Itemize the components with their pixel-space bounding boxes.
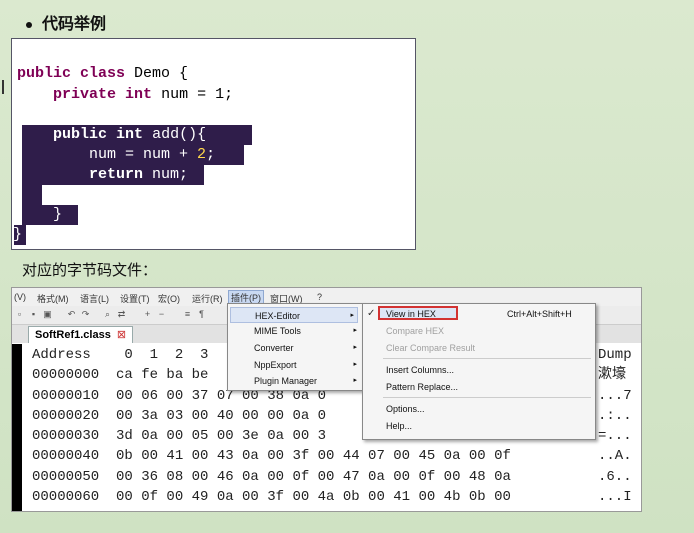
code-text: Demo { (125, 65, 189, 82)
menu-item-mime-tools[interactable]: MIME Tools ▸ (254, 323, 360, 339)
keyword: private (53, 86, 117, 103)
menu-separator (383, 358, 591, 359)
undo-icon[interactable]: ↶ (66, 309, 77, 320)
keyword: class (80, 65, 126, 82)
wrap-icon[interactable]: ¶ (196, 309, 207, 320)
dump-cell: .:.. (598, 407, 632, 424)
bullet-heading: 代码举例 (26, 10, 106, 34)
menu-item-label: NppExport (254, 360, 297, 370)
hex-row: 00000050 00 36 08 00 46 0a 00 0f 00 47 0… (32, 468, 511, 485)
text-cursor (2, 80, 4, 94)
dump-cell: ...7 (598, 387, 632, 404)
menu-item-help[interactable]: Help... (386, 419, 412, 433)
menu-item-plugin-manager[interactable]: Plugin Manager ▸ (254, 373, 360, 389)
menu-item-insert-columns[interactable]: Insert Columns... (386, 363, 454, 377)
code-text: num; (143, 166, 189, 183)
zoom-in-icon[interactable]: + (142, 309, 153, 320)
close-icon[interactable]: ⊠ (117, 329, 126, 341)
menu-view[interactable]: (V) (14, 292, 26, 302)
menu-item-converter[interactable]: Converter ▸ (254, 340, 360, 356)
dump-cell: ...I (598, 489, 632, 506)
code-text: add(){ (143, 126, 207, 143)
menu-language[interactable]: 语言(L) (80, 292, 109, 305)
plugins-menu: HEX-Editor ▸ MIME Tools ▸ Converter ▸ NppEx… (227, 303, 363, 391)
selection-highlight (22, 185, 42, 205)
bullet-text: 代码举例 (42, 16, 107, 33)
sync-icon[interactable]: ≡ (182, 309, 193, 320)
menu-run[interactable]: 运行(R) (192, 292, 223, 305)
tab-softref1-class[interactable]: SoftRef1.class ⊠ (28, 326, 134, 343)
code-line: num = num + 2; (17, 145, 215, 165)
line-margin (12, 344, 22, 511)
number-literal: 1 (215, 86, 225, 103)
hex-editor-submenu: ✓ View in HEX Ctrl+Alt+Shift+H Compare H… (362, 303, 596, 440)
open-file-icon[interactable]: ▪ (28, 309, 39, 320)
dump-header: Dump (598, 347, 632, 363)
redo-icon[interactable]: ↷ (80, 309, 91, 320)
menu-item-label: MIME Tools (254, 326, 301, 336)
menu-shortcut: Ctrl+Alt+Shift+H (507, 309, 572, 319)
zoom-out-icon[interactable]: − (156, 309, 167, 320)
menu-item-label: Plugin Manager (254, 376, 318, 386)
dump-cell: 漱壕 (598, 367, 626, 384)
chevron-right-icon: ▸ (353, 377, 357, 384)
menu-item-options[interactable]: Options... (386, 402, 425, 416)
check-icon: ✓ (367, 308, 376, 319)
code-text: num = (152, 86, 216, 103)
keyword: public (53, 126, 108, 143)
menu-item-clear-compare-result: Clear Compare Result (386, 343, 476, 353)
number-literal: 2 (197, 146, 207, 163)
dump-cell: ..A. (598, 448, 632, 465)
menu-macro[interactable]: 宏(O) (158, 292, 180, 305)
menu-settings[interactable]: 设置(T) (120, 292, 150, 305)
menu-item-label: HEX-Editor (255, 311, 301, 321)
tab-label: SoftRef1.class (35, 329, 111, 341)
dump-cell: .6.. (598, 468, 632, 485)
dump-cell: =... (598, 428, 632, 445)
bullet-dot (26, 21, 32, 28)
code-text: } (53, 206, 63, 223)
menu-item-pattern-replace[interactable]: Pattern Replace... (386, 380, 458, 394)
keyword: int (116, 126, 144, 143)
menu-item-view-in-hex[interactable]: View in HEX (386, 307, 436, 321)
code-text: ; (224, 86, 234, 103)
chevron-right-icon: ▸ (353, 327, 357, 334)
code-line: } (13, 225, 22, 245)
code-text: num = num + (89, 146, 198, 163)
code-text: ; (206, 146, 216, 163)
code-text: } (13, 226, 23, 243)
menu-item-hex-editor[interactable]: HEX-Editor ▸ (230, 307, 358, 323)
code-line: return num; (17, 165, 188, 185)
menu-help[interactable]: ? (317, 292, 322, 302)
hex-row: 00000060 00 0f 00 49 0a 00 3f 00 4a 0b 0… (32, 489, 511, 506)
menu-separator (383, 397, 591, 398)
code-example-box: public class Demo { private int num = 1;… (11, 38, 416, 250)
chevron-right-icon: ▸ (353, 344, 357, 351)
new-file-icon[interactable]: ▫ (14, 309, 25, 320)
menu-item-label: View in HEX (386, 309, 436, 319)
code-line: public class Demo { (17, 64, 188, 84)
code-line: private int num = 1; (17, 85, 233, 105)
menu-item-compare-hex: Compare HEX (386, 326, 445, 336)
dump-column: Dump 漱壕 ...7.:.. =... ..A. .6.. ...I (598, 345, 632, 507)
code-line: public int add(){ (17, 125, 206, 145)
slide-background: 代码举例 public class Demo { private int num… (0, 0, 694, 533)
menu-item-nppexport[interactable]: NppExport ▸ (254, 357, 360, 373)
menu-format[interactable]: 格式(M) (37, 292, 69, 305)
replace-icon[interactable]: ⇄ (116, 309, 127, 320)
menu-item-label: Converter (254, 343, 294, 353)
keyword: int (125, 86, 153, 103)
hex-row: 00000040 0b 00 41 00 43 0a 00 3f 00 44 0… (32, 448, 511, 465)
keyword: public (17, 65, 72, 82)
chevron-right-icon: ▸ (353, 361, 357, 368)
caption-text: 对应的字节码文件： (22, 262, 158, 279)
code-line: } (17, 205, 62, 225)
save-icon[interactable]: ▣ (42, 309, 53, 320)
keyword: return (89, 166, 144, 183)
chevron-right-icon: ▸ (350, 312, 354, 319)
find-icon[interactable]: ⌕ (102, 309, 113, 320)
